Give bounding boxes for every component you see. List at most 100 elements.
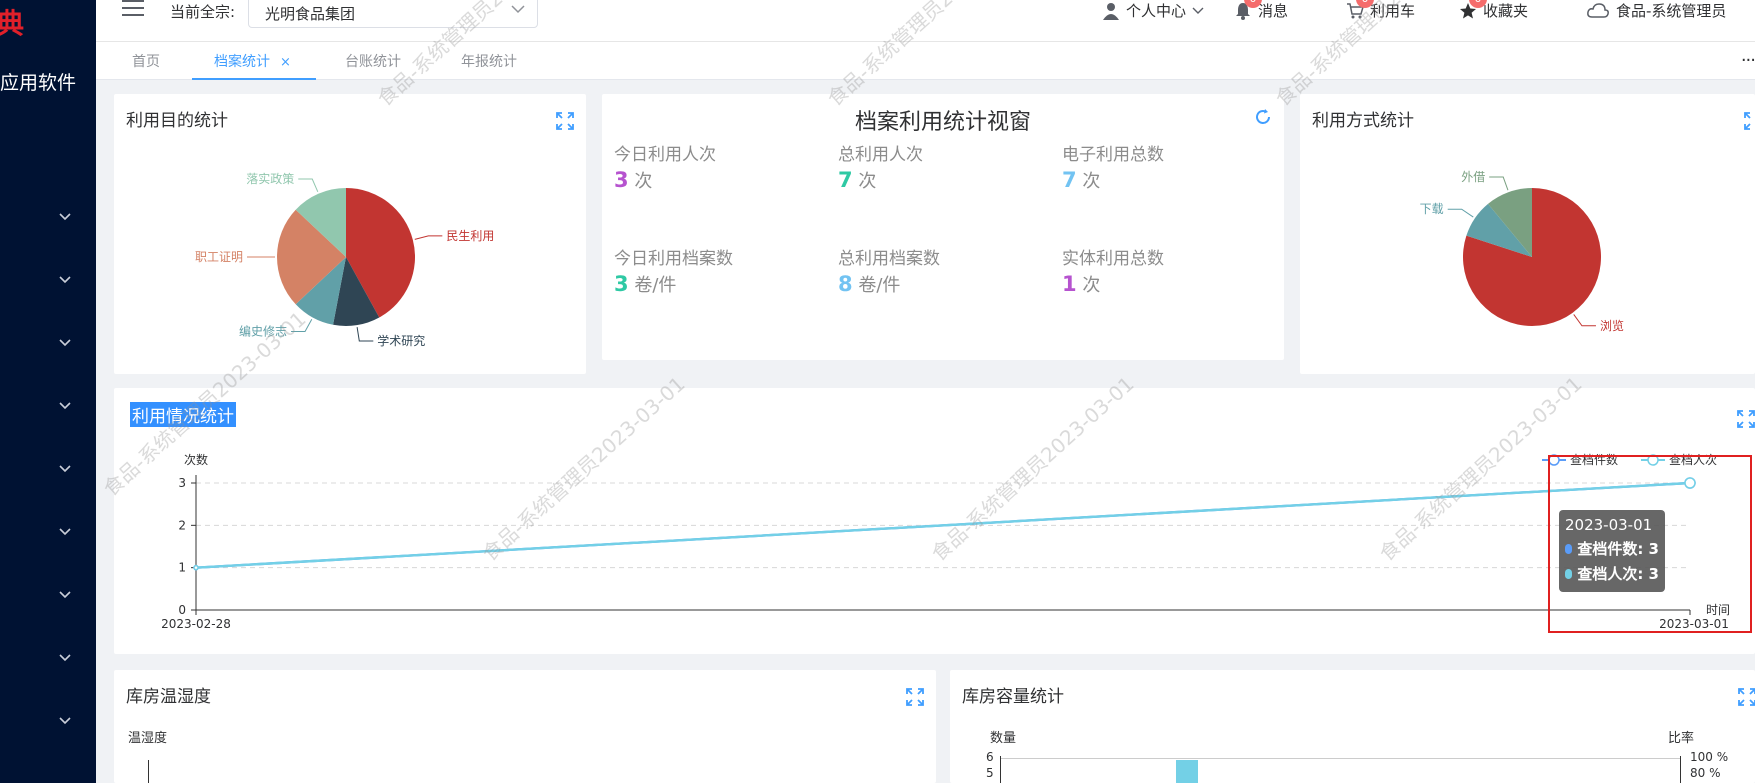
sidebar-item-2-chevron-down-icon[interactable] (58, 274, 72, 288)
sidebar-item-9-chevron-down-icon[interactable] (58, 715, 72, 729)
capacity-y-left-label: 数量 (990, 731, 1017, 746)
stat-label: 实体利用总数 (1062, 249, 1164, 269)
method-pie-chart: 浏览 下载 外借 (1420, 170, 1624, 333)
sidebar-item-3-chevron-down-icon[interactable] (58, 337, 72, 351)
messages-link[interactable]: 消息 0 (1234, 0, 1288, 21)
capacity-gridline (1000, 758, 1680, 759)
close-icon[interactable]: × (280, 55, 291, 70)
stat-item: 今日利用档案数 3 卷/件 (614, 244, 733, 297)
sidebar-item-5-chevron-down-icon[interactable] (58, 463, 72, 477)
cloud-icon (1587, 2, 1609, 18)
fullscreen-icon[interactable] (1738, 688, 1755, 706)
pie-label-browse: 浏览 (1600, 318, 1624, 333)
stat-label: 总利用档案数 (838, 249, 940, 269)
pie-label-line (1489, 176, 1509, 191)
y-tick-label: 2 (178, 518, 186, 532)
chevron-down-icon (511, 5, 525, 14)
stat-value: 1 次 (1062, 271, 1164, 297)
messages-label: 消息 (1258, 2, 1289, 20)
x-tick-label: 2023-02-28 (161, 617, 231, 631)
active-tab-indicator (192, 78, 316, 80)
cart-link[interactable]: 利用车 0 (1346, 0, 1415, 21)
sidebar-item-8-chevron-down-icon[interactable] (58, 652, 72, 666)
capacity-card: 库房容量统计 数量 比率 6 5 100 % 80 % (950, 670, 1755, 783)
stat-unit: 次 (1076, 171, 1101, 192)
pie-label-line (414, 235, 443, 240)
capacity-y-axis-left (1000, 756, 1001, 783)
sidebar-item-7-chevron-down-icon[interactable] (58, 589, 72, 603)
stat-value: 3 次 (614, 167, 716, 193)
pie-label-line (356, 327, 374, 342)
y-tick-label: 1 (178, 561, 186, 575)
stat-label: 今日利用人次 (614, 145, 716, 165)
humidity-card: 库房温湿度 温湿度 (114, 670, 936, 783)
personal-center-label: 个人中心 (1126, 2, 1187, 20)
stat-number: 7 (838, 168, 853, 192)
usage-trend-card: 利用情况统计 次数 0 1 2 3 2023-02-28 2023-03-01 时间 查档件数查… (114, 388, 1755, 654)
stat-label: 今日利用档案数 (614, 249, 733, 269)
humidity-title: 库房温湿度 (126, 687, 211, 707)
fullscreen-icon[interactable] (906, 688, 924, 706)
capacity-y-right-label: 比率 (1668, 731, 1695, 746)
method-stats-card: 利用方式统计 浏览 下载 外借 (1300, 94, 1755, 374)
humidity-y-label: 温湿度 (128, 731, 168, 746)
purpose-pie-chart: 民生利用学术研究 编史修志 职工证明 落实政策 (195, 171, 494, 348)
pie-label-line (1573, 314, 1596, 327)
favorites-label: 收藏夹 (1483, 2, 1529, 20)
series-point[interactable] (193, 564, 199, 571)
personal-center-menu[interactable]: 个人中心 (1102, 0, 1204, 21)
cart-label: 利用车 (1370, 2, 1416, 20)
stat-number: 8 (838, 272, 853, 296)
company-label: 当前全宗: (170, 3, 236, 21)
capacity-y-axis-right (1680, 756, 1681, 783)
brand-logo-text: 典 (0, 7, 26, 40)
tab-annual-report-stats[interactable]: 年报统计 (461, 51, 517, 71)
pie-label-line (1447, 208, 1474, 218)
stat-value: 7 次 (838, 167, 923, 193)
stat-label: 电子利用总数 (1062, 145, 1164, 165)
purpose-stats-card: 利用目的统计 民生利用 学术研究 编史修志 职工证明 落实政策 (114, 94, 586, 374)
usage-overview-card: 档案利用统计视窗 今日利用人次 3 次总利用人次 7 次电子利用总数 7 次今日利用档… (602, 94, 1284, 360)
stat-label: 总利用人次 (838, 145, 923, 165)
tab-home[interactable]: 首页 (132, 51, 160, 71)
pie-label-line (298, 178, 319, 193)
highlight-box (1548, 455, 1752, 633)
stat-number: 3 (614, 168, 629, 192)
user-account-menu[interactable]: 食品-系统管理员 (1586, 0, 1726, 21)
favorites-link[interactable]: 收藏夹 0 (1459, 0, 1528, 21)
sidebar-item-1-chevron-down-icon[interactable] (58, 211, 72, 225)
company-select[interactable]: 光明食品集团 (248, 0, 538, 28)
more-tabs-icon[interactable]: ··· (1741, 50, 1755, 71)
user-name: 食品-系统管理员 (1616, 2, 1727, 20)
pie-label-history: 编史修志 (239, 323, 287, 338)
user-icon (1103, 2, 1119, 20)
tab-ledger-stats[interactable]: 台账统计 (345, 51, 401, 71)
y-tick-label: 0 (178, 603, 186, 617)
top-header: 当前全宗: 光明食品集团 个人中心 消息 0 利用车 0 收藏夹 0 食品-系统… (96, 0, 1755, 42)
stat-number: 1 (1062, 272, 1077, 296)
capacity-left-tick-5: 5 (986, 766, 994, 780)
brand-subtitle: 应用软件 (0, 72, 77, 94)
tab-archive-stats[interactable]: 档案统计 × (214, 51, 291, 71)
y-tick-label: 3 (178, 476, 186, 490)
pie-label-livelihood: 民生利用 (446, 229, 494, 243)
stat-number: 7 (1062, 168, 1077, 192)
capacity-bar (1176, 760, 1198, 783)
capacity-left-tick-6: 6 (986, 750, 994, 764)
pie-label-research: 学术研究 (377, 333, 425, 348)
humidity-y-axis (148, 760, 149, 783)
tab-archive-stats-label: 档案统计 (214, 54, 270, 70)
stat-item: 实体利用总数 1 次 (1062, 244, 1164, 297)
stat-value: 7 次 (1062, 167, 1164, 193)
sidebar-item-6-chevron-down-icon[interactable] (58, 526, 72, 540)
stat-item: 总利用档案数 8 卷/件 (838, 244, 940, 297)
pie-label-policy: 落实政策 (246, 171, 294, 186)
capacity-right-tick-100: 100 % (1690, 750, 1729, 764)
refresh-icon[interactable] (1254, 108, 1272, 126)
usage-line-chart: 次数01232023-02-28 2023-03-01时间查档件数 查档人次 (161, 452, 1730, 631)
menu-toggle-icon[interactable] (122, 0, 144, 18)
y-axis-label: 次数 (184, 452, 208, 467)
stat-unit: 卷/件 (628, 275, 677, 296)
stat-item: 今日利用人次 3 次 (614, 140, 716, 193)
sidebar-item-4-chevron-down-icon[interactable] (58, 400, 72, 414)
